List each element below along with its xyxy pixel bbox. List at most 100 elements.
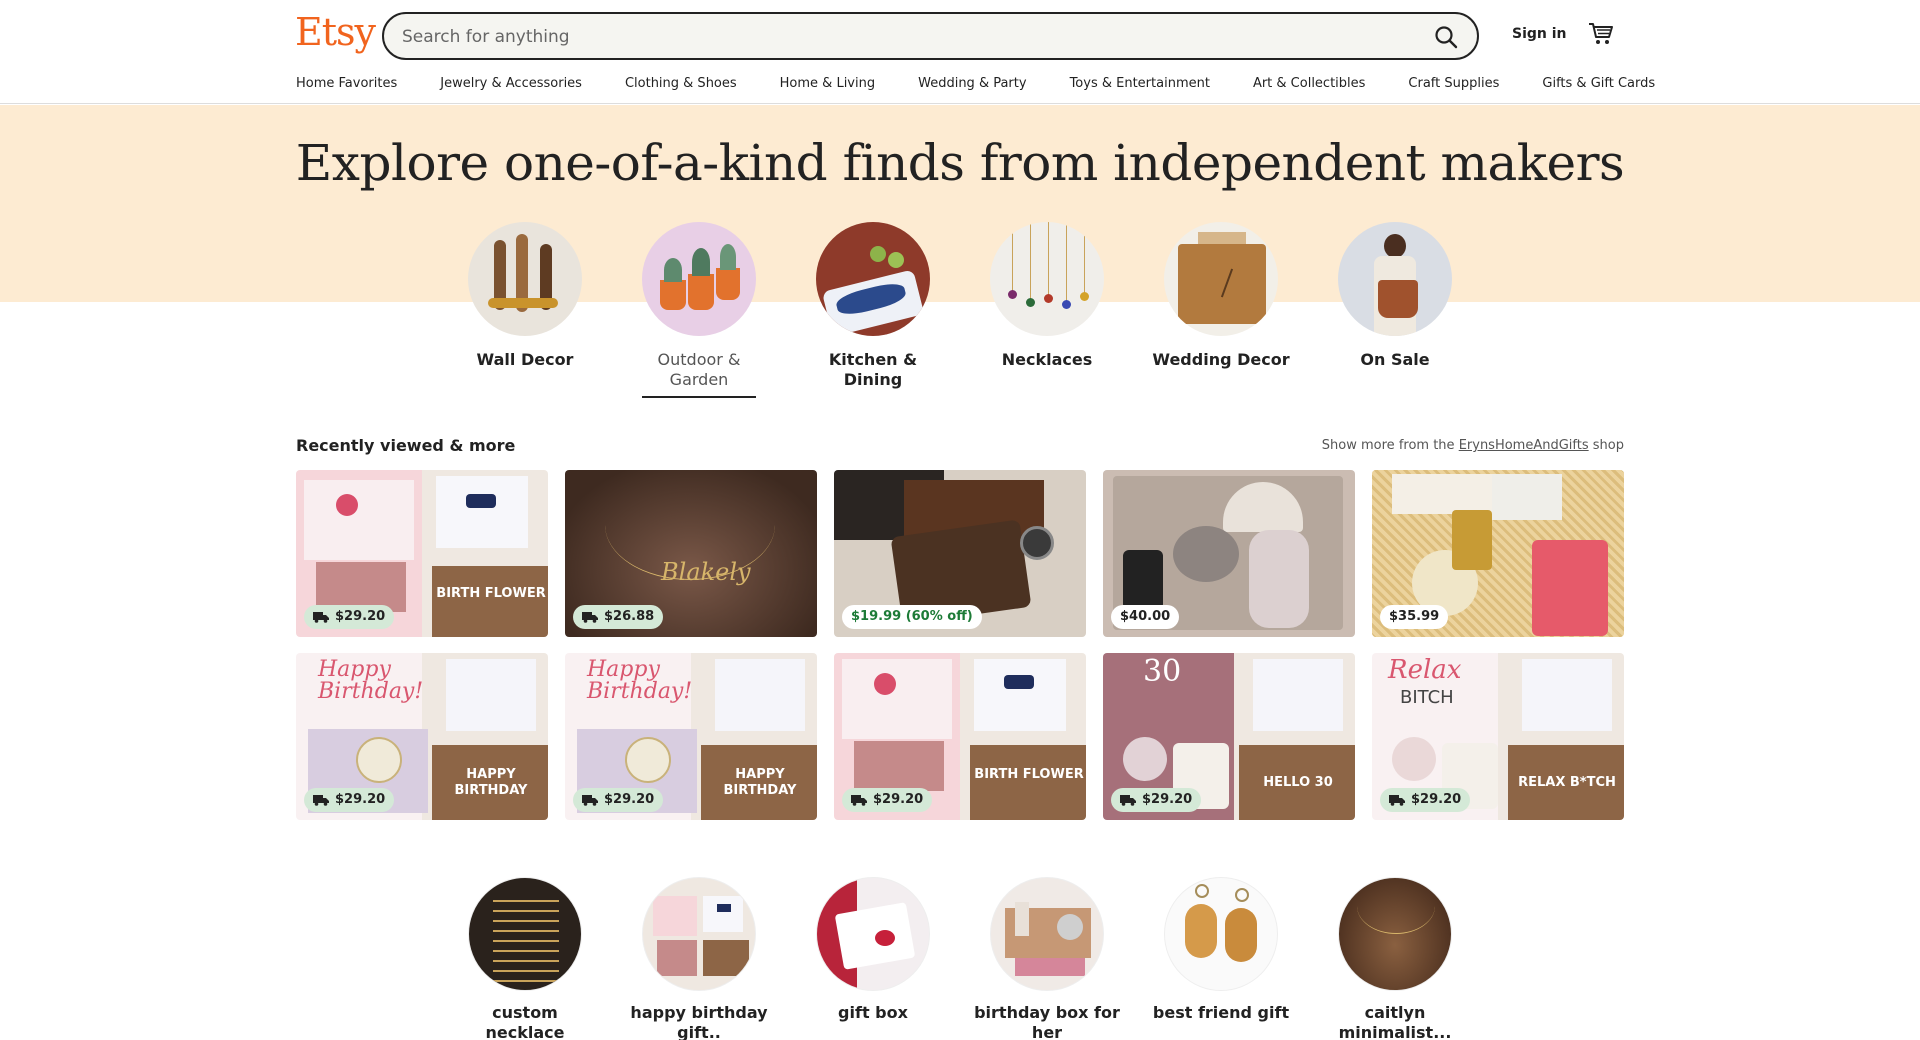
etsy-logo[interactable]: Etsy bbox=[295, 10, 376, 54]
listing-card[interactable]: $40.00 bbox=[1103, 470, 1355, 637]
suggestion-label: gift box bbox=[838, 1003, 908, 1022]
price-value: $29.20 bbox=[1411, 792, 1462, 807]
price-value: $29.20 bbox=[1142, 792, 1193, 807]
price-badge: $29.20 bbox=[1380, 788, 1471, 812]
suggestion-image bbox=[1338, 877, 1452, 991]
listing-card[interactable]: Blakely $26.88 bbox=[565, 470, 817, 637]
truck-icon bbox=[313, 795, 329, 806]
nav-home-favorites[interactable]: Home Favorites bbox=[296, 76, 397, 98]
category-image bbox=[642, 222, 756, 336]
suggestion-image bbox=[468, 877, 582, 991]
category-wall-decor[interactable]: Wall Decor bbox=[455, 222, 595, 370]
truck-icon bbox=[1120, 795, 1136, 806]
suggestion-label: custom necklace bbox=[485, 1003, 565, 1040]
price-badge: $29.20 bbox=[304, 788, 395, 812]
suggestion-image bbox=[642, 877, 756, 991]
search-bar[interactable] bbox=[382, 12, 1479, 60]
nav-gifts-gift-cards[interactable]: Gifts & Gift Cards bbox=[1542, 76, 1655, 98]
show-more-suffix: shop bbox=[1592, 438, 1624, 453]
price-value: $26.88 bbox=[604, 609, 655, 624]
nav-art-collectibles[interactable]: Art & Collectibles bbox=[1253, 76, 1365, 98]
category-label: Wedding Decor bbox=[1152, 350, 1290, 369]
listing-card[interactable]: BIRTH FLOWER $29.20 bbox=[296, 470, 548, 637]
category-image bbox=[1164, 222, 1278, 336]
show-more-prefix: Show more from the bbox=[1321, 438, 1455, 453]
price-value: $35.99 bbox=[1389, 609, 1440, 624]
tile-caption: BIRTH FLOWER bbox=[974, 767, 1084, 782]
tile-caption: HAPPY BIRTHDAY bbox=[454, 767, 528, 798]
price-value: $19.99 (60% off) bbox=[851, 609, 973, 624]
listing-card[interactable]: $19.99 (60% off) bbox=[834, 470, 1086, 637]
show-more-shop-link[interactable]: Show more from the ErynsHomeAndGifts sho… bbox=[1322, 438, 1624, 453]
price-badge: $35.99 bbox=[1380, 605, 1449, 629]
suggestion-image bbox=[816, 877, 930, 991]
category-kitchen-dining[interactable]: Kitchen & Dining bbox=[803, 222, 943, 390]
category-image bbox=[468, 222, 582, 336]
category-outdoor-garden[interactable]: Outdoor & Garden bbox=[629, 222, 769, 398]
active-underline bbox=[642, 396, 756, 398]
category-label: Outdoor & Garden bbox=[657, 350, 741, 389]
category-necklaces[interactable]: Necklaces bbox=[977, 222, 1117, 370]
truck-icon bbox=[1389, 795, 1405, 806]
nav-toys-entertainment[interactable]: Toys & Entertainment bbox=[1070, 76, 1210, 98]
price-value: $29.20 bbox=[335, 609, 386, 624]
category-label: On Sale bbox=[1360, 350, 1430, 369]
search-suggestion-best-friend-gift[interactable]: best friend gift bbox=[1146, 877, 1296, 1023]
tile-caption: HELLO 30 bbox=[1263, 775, 1333, 790]
nav-wedding-party[interactable]: Wedding & Party bbox=[918, 76, 1026, 98]
category-on-sale[interactable]: On Sale bbox=[1325, 222, 1465, 370]
price-badge: $19.99 (60% off) bbox=[842, 605, 982, 629]
price-badge: $29.20 bbox=[1111, 788, 1202, 812]
hero-title: Explore one-of-a-kind finds from indepen… bbox=[295, 134, 1625, 192]
price-badge: $29.20 bbox=[304, 605, 395, 629]
search-suggestion-gift-box[interactable]: gift box bbox=[798, 877, 948, 1023]
nav-home-living[interactable]: Home & Living bbox=[780, 76, 875, 98]
nav-jewelry-accessories[interactable]: Jewelry & Accessories bbox=[440, 76, 582, 98]
listing-card[interactable]: Happy Birthday! HAPPY BIRTHDAY $29.20 bbox=[296, 653, 548, 820]
category-image bbox=[990, 222, 1104, 336]
price-badge: $26.88 bbox=[573, 605, 664, 629]
recently-viewed-title: Recently viewed & more bbox=[296, 436, 516, 455]
tile-caption: BIRTH FLOWER bbox=[436, 586, 546, 601]
category-label: Kitchen & Dining bbox=[828, 350, 918, 389]
price-value: $40.00 bbox=[1120, 609, 1171, 624]
category-image bbox=[816, 222, 930, 336]
search-icon[interactable] bbox=[1433, 24, 1459, 50]
search-suggestion-caitlyn-minimalist[interactable]: caitlyn minimalist... bbox=[1320, 877, 1470, 1040]
price-value: $29.20 bbox=[335, 792, 386, 807]
listing-card[interactable]: Happy Birthday! HAPPY BIRTHDAY $29.20 bbox=[565, 653, 817, 820]
cart-icon[interactable] bbox=[1588, 22, 1614, 46]
search-suggestion-happy-birthday-gift[interactable]: happy birthday gift.. bbox=[624, 877, 774, 1040]
price-value: $29.20 bbox=[604, 792, 655, 807]
suggestion-image bbox=[990, 877, 1104, 991]
search-suggestion-birthday-box-for-her[interactable]: birthday box for her bbox=[972, 877, 1122, 1040]
search-suggestion-custom-necklace[interactable]: custom necklace bbox=[450, 877, 600, 1040]
sign-in-link[interactable]: Sign in bbox=[1512, 26, 1567, 42]
listing-card[interactable]: Relax BITCH RELAX B*TCH $29.20 bbox=[1372, 653, 1624, 820]
price-badge: $29.20 bbox=[842, 788, 933, 812]
category-label: Wall Decor bbox=[476, 350, 574, 369]
truck-icon bbox=[582, 795, 598, 806]
category-image bbox=[1338, 222, 1452, 336]
nav-craft-supplies[interactable]: Craft Supplies bbox=[1408, 76, 1499, 98]
tile-caption: RELAX B*TCH bbox=[1518, 775, 1616, 790]
suggestion-label: birthday box for her bbox=[974, 1003, 1120, 1040]
site-header: Etsy Sign in Home Favorites Jewelry & Ac… bbox=[0, 0, 1920, 104]
truck-icon bbox=[582, 612, 598, 623]
price-badge: $40.00 bbox=[1111, 605, 1180, 629]
price-value: $29.20 bbox=[873, 792, 924, 807]
suggestion-image bbox=[1164, 877, 1278, 991]
category-nav: Home Favorites Jewelry & Accessories Clo… bbox=[296, 76, 1655, 98]
truck-icon bbox=[851, 795, 867, 806]
category-wedding-decor[interactable]: Wedding Decor bbox=[1151, 222, 1291, 370]
search-input[interactable] bbox=[402, 24, 1402, 50]
listing-card[interactable]: 30 HELLO 30 $29.20 bbox=[1103, 653, 1355, 820]
category-label: Necklaces bbox=[1001, 350, 1093, 369]
shop-name-link[interactable]: ErynsHomeAndGifts bbox=[1459, 438, 1589, 453]
listing-card[interactable]: BIRTH FLOWER $29.20 bbox=[834, 653, 1086, 820]
truck-icon bbox=[313, 612, 329, 623]
nav-clothing-shoes[interactable]: Clothing & Shoes bbox=[625, 76, 737, 98]
suggestion-label: happy birthday gift.. bbox=[630, 1003, 768, 1040]
suggestion-label: caitlyn minimalist... bbox=[1338, 1003, 1452, 1040]
listing-card[interactable]: $35.99 bbox=[1372, 470, 1624, 637]
